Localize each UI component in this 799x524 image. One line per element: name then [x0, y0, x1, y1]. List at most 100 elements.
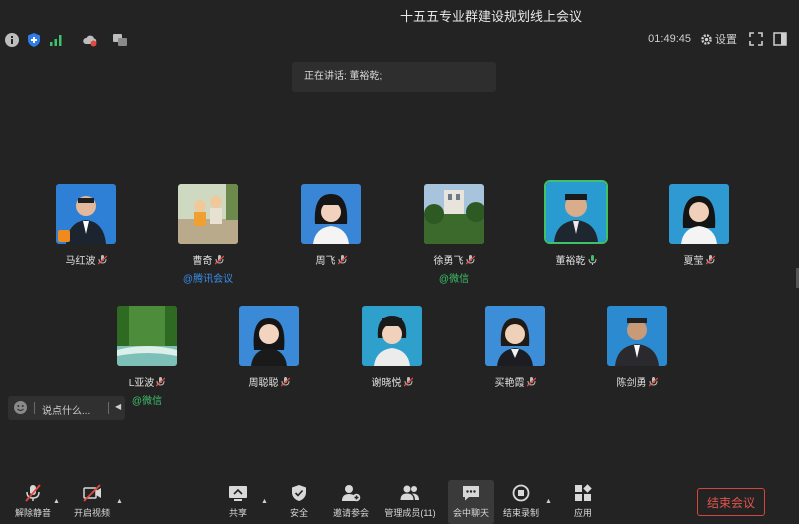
participant-name: 马红波 — [65, 256, 96, 267]
stop-recording-label: 结束录制 — [502, 508, 539, 518]
chat-input[interactable]: 说点什么... — [42, 402, 90, 417]
mic-muted-icon — [465, 254, 475, 264]
participant-tile[interactable]: 徐勇飞 @微信 — [399, 184, 509, 285]
participant-name: 谢晓悦 — [371, 378, 402, 389]
manage-participants-label: 管理成员(11) — [384, 508, 436, 518]
avatar — [239, 306, 299, 366]
participant-tile[interactable]: 曹奇 @腾讯会议 — [153, 184, 263, 285]
participant-tile[interactable]: 马红波 — [31, 184, 141, 267]
chat-bubble-icon — [463, 486, 479, 501]
start-video-button[interactable]: 开启视频 — [69, 484, 115, 519]
avatar — [117, 306, 177, 366]
avatar — [56, 184, 116, 244]
join-source: @微信 — [438, 274, 470, 285]
unmute-label: 解除静音 — [14, 508, 51, 518]
apps-button[interactable]: 应用 — [560, 484, 606, 519]
participants-icon — [400, 485, 419, 500]
participant-tile[interactable]: 陈剑勇 — [582, 306, 692, 389]
signal-icon[interactable] — [48, 32, 64, 48]
divider — [34, 402, 35, 414]
caret-up-icon[interactable]: ▲ — [116, 498, 123, 505]
record-stop-icon — [512, 484, 530, 502]
participant-tile-speaking[interactable]: 董裕乾 — [521, 180, 631, 267]
video-off-icon — [83, 484, 101, 502]
settings-label: 设置 — [715, 34, 737, 46]
share-button[interactable]: 共享 — [215, 484, 261, 519]
participant-tile[interactable]: 谢晓悦 — [337, 306, 447, 389]
info-icon[interactable] — [4, 32, 20, 48]
participant-tile[interactable]: 周聪聪 — [214, 306, 324, 389]
mic-muted-icon — [526, 376, 536, 386]
manage-participants-button[interactable]: 管理成员(11) — [383, 484, 437, 519]
mic-muted-icon — [403, 376, 413, 386]
status-bar: 01:49:45 设置 — [0, 28, 799, 52]
participant-tile[interactable]: 买艳霞 — [460, 306, 570, 389]
avatar — [607, 306, 667, 366]
apps-grid-icon — [575, 484, 592, 501]
mic-muted-icon — [705, 254, 715, 264]
avatar — [178, 184, 238, 244]
invite-label: 邀请参会 — [332, 508, 369, 518]
avatar — [485, 306, 545, 366]
meeting-toolbar: 解除静音 ▲ 开启视频 ▲ 共享 ▲ 安全 邀请参会 管理成员(11) 会中聊天… — [0, 478, 799, 524]
participant-tile[interactable]: 夏莹 — [644, 184, 754, 267]
participant-name: 徐勇飞 — [433, 256, 464, 267]
mic-muted-icon — [25, 484, 41, 502]
fullscreen-icon[interactable] — [749, 32, 763, 46]
mic-muted-icon — [648, 376, 658, 386]
stop-recording-button[interactable]: 结束录制 — [498, 484, 544, 519]
participant-name: 买艳霞 — [494, 378, 525, 389]
screen-share-icon — [229, 486, 247, 501]
add-user-icon — [342, 485, 361, 502]
meeting-title: 十五五专业群建设规划线上会议 — [400, 9, 583, 24]
security-button[interactable]: 安全 — [276, 484, 322, 519]
mic-muted-icon — [214, 254, 224, 264]
participant-name: 周聪聪 — [248, 378, 279, 389]
mic-muted-icon — [337, 254, 347, 264]
emoji-icon[interactable] — [13, 400, 28, 415]
translate-icon[interactable] — [112, 32, 128, 48]
apps-label: 应用 — [573, 508, 592, 518]
join-source: @腾讯会议 — [182, 274, 234, 285]
participant-name: 陈剑勇 — [616, 378, 647, 389]
title-bar: 十五五专业群建设规划线上会议 — [0, 0, 799, 28]
cloud-record-icon[interactable] — [82, 32, 98, 48]
shield-icon[interactable] — [26, 32, 42, 48]
avatar — [669, 184, 729, 244]
participant-name: 曹奇 — [192, 256, 213, 267]
host-badge — [58, 230, 70, 242]
mic-active-icon — [588, 254, 596, 265]
mic-muted-icon — [156, 376, 166, 386]
avatar — [362, 306, 422, 366]
share-label: 共享 — [228, 508, 247, 518]
gear-icon — [701, 33, 712, 45]
end-meeting-button[interactable]: 结束会议 — [697, 488, 765, 516]
chat-input-bar[interactable]: 说点什么... ◀ — [8, 396, 125, 420]
start-video-label: 开启视频 — [73, 508, 110, 518]
chat-button[interactable]: 会中聊天 — [448, 480, 494, 524]
participant-name: 周飞 — [315, 256, 336, 267]
caret-up-icon[interactable]: ▲ — [261, 498, 268, 505]
chat-label: 会中聊天 — [452, 508, 489, 518]
participant-name: 董裕乾 — [555, 256, 586, 267]
caret-up-icon[interactable]: ▲ — [545, 498, 552, 505]
active-speaker-text: 正在讲话: 董裕乾; — [304, 71, 383, 82]
meeting-timer: 01:49:45 — [648, 33, 691, 45]
caret-up-icon[interactable]: ▲ — [53, 498, 60, 505]
participant-tile[interactable]: L亚波 @微信 — [92, 306, 202, 407]
participant-tile[interactable]: 周飞 — [276, 184, 386, 267]
mic-muted-icon — [97, 254, 107, 264]
side-panel-icon[interactable] — [773, 32, 787, 46]
avatar — [301, 184, 361, 244]
security-label: 安全 — [289, 508, 308, 518]
invite-button[interactable]: 邀请参会 — [328, 484, 374, 519]
participant-name: L亚波 — [128, 378, 155, 389]
avatar — [544, 180, 608, 244]
shield-icon — [292, 485, 306, 501]
collapse-arrow-icon[interactable]: ◀ — [115, 402, 121, 411]
avatar — [424, 184, 484, 244]
unmute-button[interactable]: 解除静音 — [10, 484, 56, 519]
settings-button[interactable]: 设置 — [700, 31, 737, 47]
participant-name: 夏莹 — [683, 256, 704, 267]
divider — [108, 402, 109, 414]
